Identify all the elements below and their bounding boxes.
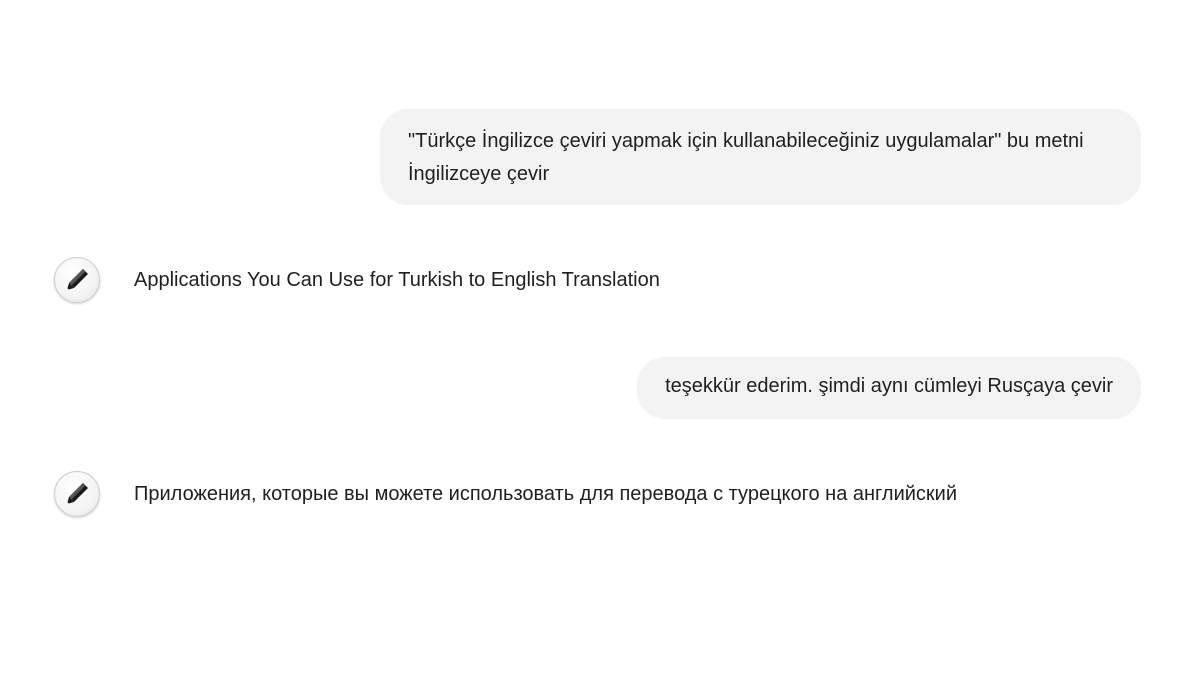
user-message: teşekkür ederim. şimdi aynı cümleyi Rusç… [637, 357, 1141, 419]
assistant-message-text: Приложения, которые вы можете использова… [134, 483, 958, 505]
assistant-message-text: Applications You Can Use for Turkish to … [134, 269, 660, 291]
assistant-message: Applications You Can Use for Turkish to … [54, 257, 660, 303]
pen-icon [54, 471, 100, 517]
chat-thread: "Türkçe İngilizce çeviri yapmak için kul… [0, 0, 1200, 675]
user-message-text: "Türkçe İngilizce çeviri yapmak için kul… [408, 130, 1084, 185]
pen-icon [54, 257, 100, 303]
user-message-text: teşekkür ederim. şimdi aynı cümleyi Rusç… [665, 375, 1113, 397]
assistant-message: Приложения, которые вы можете использова… [54, 471, 957, 517]
user-message: "Türkçe İngilizce çeviri yapmak için kul… [380, 109, 1141, 205]
